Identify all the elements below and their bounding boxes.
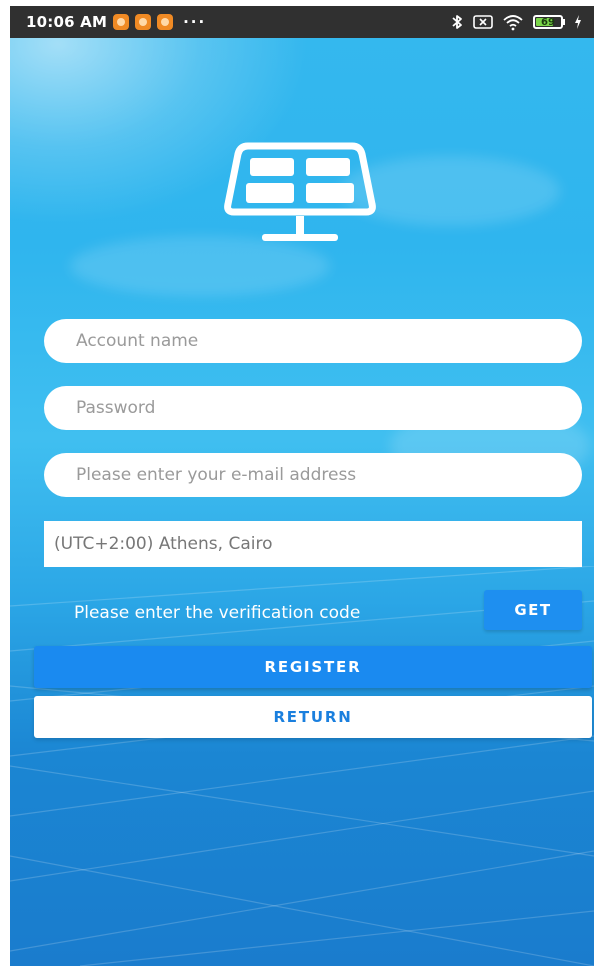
verification-code-input[interactable]: Please enter the verification code: [74, 598, 360, 628]
battery-icon: 69: [533, 15, 565, 29]
solar-panel-icon: [224, 142, 376, 241]
status-bar: 10:06 AM ··· 69: [10, 6, 594, 38]
battery-level-text: 69: [541, 16, 555, 28]
more-notifications-icon: ···: [183, 13, 207, 31]
timezone-select[interactable]: (UTC+2:00) Athens, Cairo: [44, 521, 582, 567]
register-button[interactable]: REGISTER: [34, 646, 592, 688]
status-time: 10:06 AM: [26, 13, 108, 31]
notification-app-icon: [157, 14, 174, 30]
get-code-button[interactable]: GET: [484, 590, 582, 630]
email-input[interactable]: [44, 453, 582, 497]
wifi-icon: [502, 13, 524, 31]
status-icons: 69: [450, 6, 582, 38]
notification-app-icon: [113, 14, 130, 30]
register-screen: 10:06 AM ··· 69 Account name Please ente…: [10, 6, 594, 966]
notification-app-icon: [135, 14, 152, 30]
timezone-value: (UTC+2:00) Athens, Cairo: [54, 534, 273, 554]
charging-icon: [574, 15, 582, 29]
password-input[interactable]: [44, 386, 582, 430]
bluetooth-icon: [450, 13, 464, 31]
return-button[interactable]: RETURN: [34, 696, 592, 738]
no-sim-icon: [473, 14, 493, 30]
account-name-input[interactable]: [44, 319, 582, 363]
